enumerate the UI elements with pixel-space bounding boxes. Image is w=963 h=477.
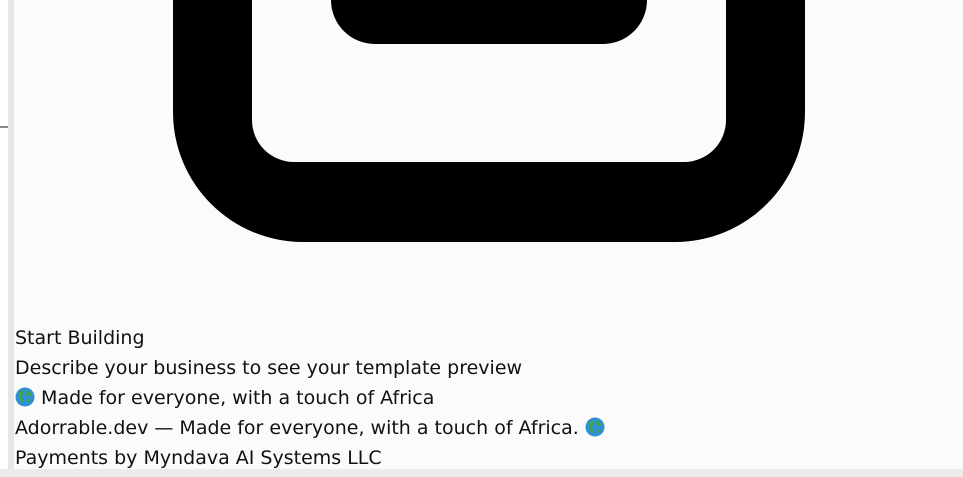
globe-icon xyxy=(585,417,605,437)
start-building-heading: Start Building xyxy=(15,327,145,349)
empty-state-text: Start Building Describe your business to… xyxy=(15,323,955,473)
globe-icon xyxy=(15,387,35,407)
describe-business-hint: Describe your business to see your templ… xyxy=(15,357,523,379)
bottom-scrollbar-track[interactable] xyxy=(0,469,963,477)
footer-tagline-text: Adorrable.dev — Made for everyone, with … xyxy=(15,417,579,439)
preview-page: Start Building Describe your business to… xyxy=(0,0,963,477)
made-for-everyone-text: Made for everyone, with a touch of Afric… xyxy=(41,387,435,409)
made-for-everyone-line: Made for everyone, with a touch of Afric… xyxy=(15,383,955,413)
footer-tagline-line: Adorrable.dev — Made for everyone, with … xyxy=(15,413,955,443)
device-frame-icon xyxy=(0,0,963,250)
